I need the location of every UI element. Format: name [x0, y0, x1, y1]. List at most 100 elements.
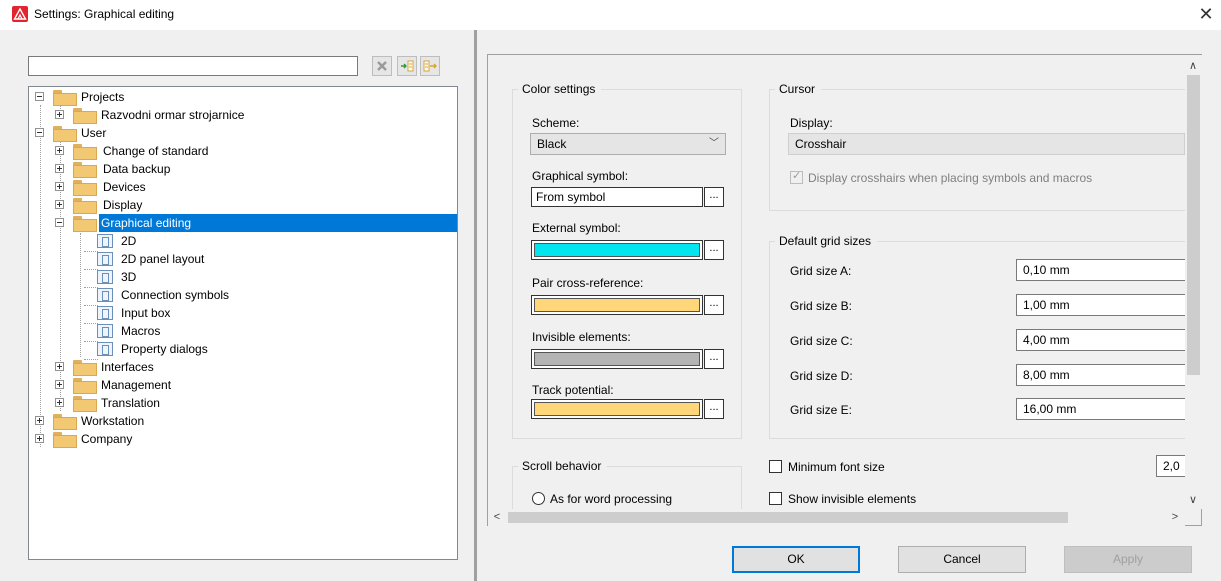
title-bar: Settings: Graphical editing ✕ [0, 0, 1221, 30]
graphical-symbol-browse-button[interactable]: ... [704, 187, 724, 207]
scroll-up-icon[interactable]: ∧ [1186, 59, 1200, 73]
panel-splitter[interactable] [474, 30, 477, 581]
cursor-display-select[interactable]: Crosshair [788, 133, 1185, 155]
grid-size-b-input[interactable]: 1,00 mm [1016, 294, 1185, 316]
grid-sizes-title: Default grid sizes [775, 234, 878, 248]
vertical-scrollbar[interactable]: ∧ ∨ [1185, 55, 1202, 509]
display-crosshairs-label: Display crosshairs when placing symbols … [808, 171, 1093, 185]
invisible-elements-browse-button[interactable]: ... [704, 349, 724, 369]
apply-button[interactable]: Apply [1064, 546, 1192, 573]
grid-size-c-input[interactable]: 4,00 mm [1016, 329, 1185, 351]
external-symbol-browse-button[interactable]: ... [704, 240, 724, 260]
tree-item-label: Connection symbols [121, 288, 230, 302]
folder-icon [73, 396, 97, 412]
scroll-left-icon[interactable]: < [490, 510, 504, 524]
tree-item-label: 3D [121, 270, 137, 284]
graphical-symbol-field[interactable]: From symbol [531, 187, 703, 207]
graphical-symbol-value: From symbol [536, 190, 606, 204]
folder-icon [73, 180, 97, 196]
tree-item-label: Projects [81, 90, 125, 104]
scroll-right-icon[interactable]: > [1168, 510, 1182, 524]
vertical-scroll-thumb[interactable] [1187, 75, 1200, 375]
horizontal-scroll-thumb[interactable] [508, 512, 1068, 523]
expand-icon[interactable] [55, 146, 64, 155]
tree-item-label: Management [101, 378, 172, 392]
folder-icon [73, 108, 97, 124]
grid-size-d-input[interactable]: 8,00 mm [1016, 364, 1185, 386]
cursor-title: Cursor [775, 82, 822, 96]
tree-item-label: Graphical editing [99, 214, 194, 232]
tree-item-label: Data backup [103, 162, 171, 176]
settings-tree[interactable]: Projects Razvodni ormar strojarnice User… [28, 86, 458, 560]
tree-item-label: User [81, 126, 107, 140]
grid-size-a-input[interactable]: 0,10 mm [1016, 259, 1185, 281]
tree-item-label: Change of standard [103, 144, 209, 158]
tree-item-label: Interfaces [101, 360, 154, 374]
display-crosshairs-checkbox[interactable] [790, 169, 803, 184]
track-potential-swatch [534, 402, 700, 416]
clear-search-icon [377, 61, 387, 71]
external-symbol-field[interactable] [531, 240, 703, 260]
expand-icon[interactable] [55, 200, 64, 209]
graphical-symbol-label: Graphical symbol: [532, 169, 629, 183]
settings-page-icon [97, 270, 113, 284]
ok-button[interactable]: OK [732, 546, 860, 573]
expand-icon[interactable] [55, 164, 64, 173]
track-potential-field[interactable] [531, 399, 703, 419]
expand-all-button[interactable] [397, 56, 417, 76]
grid-size-e-label: Grid size E: [790, 403, 853, 417]
collapse-icon[interactable] [35, 128, 44, 137]
folder-icon [53, 90, 77, 106]
scheme-value: Black [537, 137, 567, 151]
chevron-down-icon: ﹀ [709, 138, 719, 149]
expand-icon[interactable] [55, 110, 64, 119]
tree-item-label: 2D panel layout [121, 252, 205, 266]
track-potential-browse-button[interactable]: ... [704, 399, 724, 419]
search-input[interactable] [28, 56, 358, 76]
settings-page-icon [97, 252, 113, 266]
folder-icon [73, 162, 97, 178]
pair-cross-reference-browse-button[interactable]: ... [704, 295, 724, 315]
tree-item-label: Workstation [81, 414, 145, 428]
folder-icon [73, 378, 97, 394]
expand-icon[interactable] [35, 434, 44, 443]
expand-icon[interactable] [35, 416, 44, 425]
show-invisible-elements-checkbox[interactable] [769, 492, 782, 505]
tree-item-label: Input box [121, 306, 171, 320]
grid-size-e-input[interactable]: 16,00 mm [1016, 398, 1185, 420]
folder-icon [53, 432, 77, 448]
external-symbol-label: External symbol: [532, 221, 621, 235]
settings-page-icon [97, 342, 113, 356]
minimum-font-size-input[interactable]: 2,0 [1156, 455, 1185, 477]
folder-icon [53, 414, 77, 430]
expand-icon[interactable] [55, 380, 64, 389]
folder-icon [73, 198, 97, 214]
expand-icon[interactable] [55, 398, 64, 407]
settings-page-icon [97, 234, 113, 248]
expand-icon[interactable] [55, 182, 64, 191]
tree-item-label: Macros [121, 324, 161, 338]
expand-icon[interactable] [55, 362, 64, 371]
cancel-button[interactable]: Cancel [898, 546, 1026, 573]
scroll-down-icon[interactable]: ∨ [1186, 493, 1200, 507]
minimum-font-size-checkbox[interactable] [769, 460, 782, 473]
expand-all-icon [401, 60, 414, 72]
show-invisible-elements-label: Show invisible elements [788, 492, 917, 506]
pair-cross-reference-field[interactable] [531, 295, 703, 315]
collapse-icon[interactable] [55, 218, 64, 227]
close-icon[interactable]: ✕ [1196, 4, 1216, 24]
tree-item-label: Razvodni ormar strojarnice [101, 108, 245, 122]
collapse-all-button[interactable] [420, 56, 440, 76]
left-panel: Projects Razvodni ormar strojarnice User… [0, 30, 474, 581]
invisible-elements-field[interactable] [531, 349, 703, 369]
collapse-icon[interactable] [35, 92, 44, 101]
horizontal-scrollbar[interactable]: < > [488, 509, 1185, 526]
tree-item-label: 2D [121, 234, 137, 248]
clear-search-button[interactable] [372, 56, 392, 76]
word-processing-label: As for word processing [550, 492, 673, 506]
scheme-select[interactable]: Black ﹀ [530, 133, 726, 155]
settings-content: Color settings Scheme: Black ﹀ Graphical… [488, 55, 1185, 509]
folder-icon [73, 360, 97, 376]
word-processing-radio[interactable] [532, 492, 545, 505]
grid-size-b-label: Grid size B: [790, 299, 853, 313]
